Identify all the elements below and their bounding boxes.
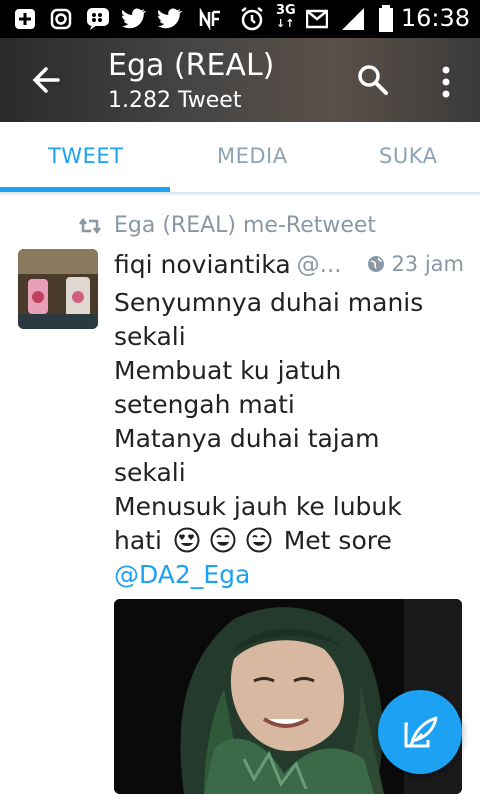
compose-feather-icon xyxy=(404,716,438,748)
avatar-image xyxy=(18,249,98,329)
avatar[interactable] xyxy=(18,249,98,329)
retweet-context[interactable]: Ega (REAL) me-Retweet xyxy=(78,213,376,238)
add-box-icon xyxy=(15,9,35,29)
tweet-line: sekali xyxy=(114,458,186,487)
twitter-icon xyxy=(122,8,146,29)
heart-eyes-emoji-icon xyxy=(174,527,200,553)
globe-icon xyxy=(368,256,385,272)
tweet-text: Senyumnya duhai manis sekali Membuat ku … xyxy=(114,286,464,592)
retweet-icon xyxy=(79,217,101,234)
tweet-text-fragment: hati xyxy=(114,526,162,555)
network-3g-icon: 3G ↓↑ xyxy=(276,3,296,30)
time-label: 23 jam xyxy=(391,252,464,276)
bbm-icon xyxy=(87,8,109,30)
status-bar: 3G ↓↑ 16:38 xyxy=(0,0,480,38)
tweet-line: Matanya duhai tajam xyxy=(114,424,380,453)
tweet-count: 1.282 Tweet xyxy=(108,88,242,113)
tab-suka[interactable]: SUKA xyxy=(379,144,437,168)
instagram-icon xyxy=(50,8,72,30)
back-arrow-icon[interactable] xyxy=(28,62,64,98)
active-tab-indicator xyxy=(0,187,170,192)
tweet-text-fragment: Met sore xyxy=(283,526,392,555)
overflow-menu-icon[interactable] xyxy=(434,64,458,100)
profile-name: Ega (REAL) xyxy=(108,48,275,83)
profile-header: Ega (REAL) 1.282 Tweet xyxy=(0,38,480,122)
tab-media[interactable]: MEDIA xyxy=(217,144,288,168)
signal-icon xyxy=(342,8,364,30)
smiling-emoji-icon xyxy=(246,527,272,553)
compose-tweet-button[interactable] xyxy=(378,690,462,774)
search-icon[interactable] xyxy=(355,62,391,98)
tweet-line: Senyumnya duhai manis xyxy=(114,288,424,317)
tab-tweet[interactable]: TWEET xyxy=(48,144,123,168)
twitter-icon xyxy=(158,8,182,29)
mention-link[interactable]: @DA2_Ega xyxy=(114,558,464,592)
battery-icon xyxy=(379,5,393,32)
tweet-line: Membuat ku jatuh xyxy=(114,356,342,385)
tweet-line: sekali xyxy=(114,322,186,351)
author-name[interactable]: fiqi noviantika xyxy=(114,250,291,279)
author-handle[interactable]: @... xyxy=(297,252,342,278)
tweet-header: fiqi noviantika @... 23 jam xyxy=(114,250,464,279)
retweet-label: Ega (REAL) me-Retweet xyxy=(114,213,377,238)
alarm-icon xyxy=(241,7,263,31)
tweet-line-last: hati Met sore xyxy=(114,524,464,558)
network-label: 3G xyxy=(276,3,296,18)
clock: 16:38 xyxy=(400,4,470,32)
sms-icon xyxy=(306,9,328,29)
nfc-icon xyxy=(199,8,220,30)
tweet-line: Menusuk jauh ke lubuk xyxy=(114,492,402,521)
tweet-time: 23 jam xyxy=(367,252,464,276)
grinning-emoji-icon xyxy=(210,527,236,553)
profile-tabs: TWEET MEDIA SUKA xyxy=(0,122,480,194)
tweet-line: setengah mati xyxy=(114,390,295,419)
